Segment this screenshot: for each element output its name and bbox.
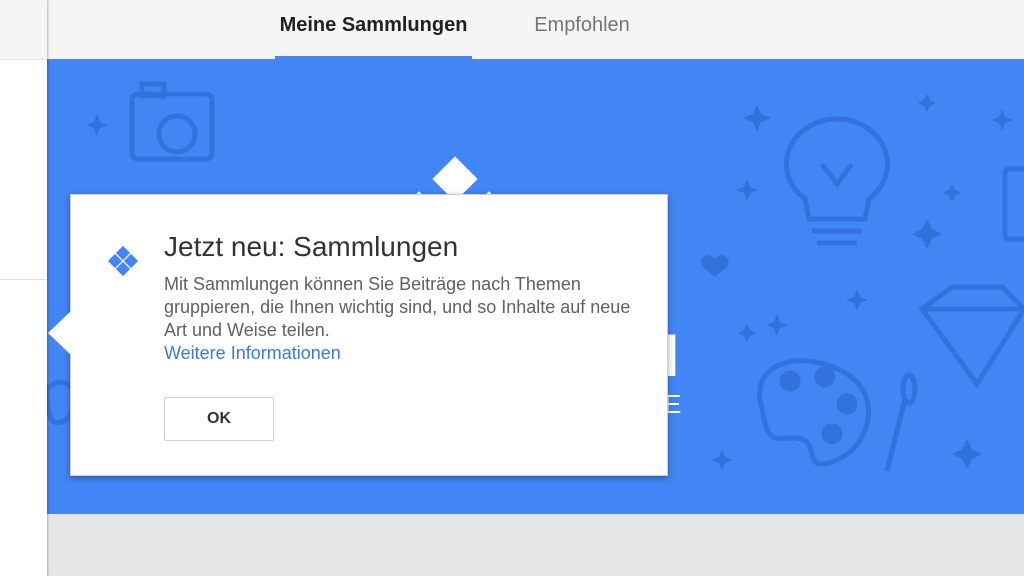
dialog-body: Mit Sammlungen können Sie Beiträge nach … — [164, 274, 631, 340]
palette-doodle — [757, 358, 872, 467]
left-nav-header — [0, 0, 47, 60]
dialog-pointer — [48, 311, 71, 355]
diamond-doodle — [918, 284, 1024, 389]
left-nav-panel — [0, 0, 47, 576]
camera-doodle — [129, 81, 215, 162]
learn-more-link[interactable]: Weitere Informationen — [164, 343, 341, 364]
new-feature-dialog: Jetzt neu: Sammlungen Mit Sammlungen kön… — [70, 194, 668, 476]
tab-bar: Meine Sammlungen Empfohlen — [47, 0, 1024, 59]
dialog-title: Jetzt neu: Sammlungen — [164, 231, 459, 262]
left-nav-divider — [0, 279, 47, 280]
collections-diamond-icon — [107, 245, 139, 277]
content-area — [47, 514, 1024, 576]
tab-my-collections[interactable]: Meine Sammlungen — [275, 0, 472, 59]
tab-recommended[interactable]: Empfohlen — [507, 0, 657, 57]
lightbulb-doodle — [784, 116, 890, 246]
ok-button[interactable]: OK — [164, 397, 274, 441]
brush-doodle — [884, 372, 918, 472]
